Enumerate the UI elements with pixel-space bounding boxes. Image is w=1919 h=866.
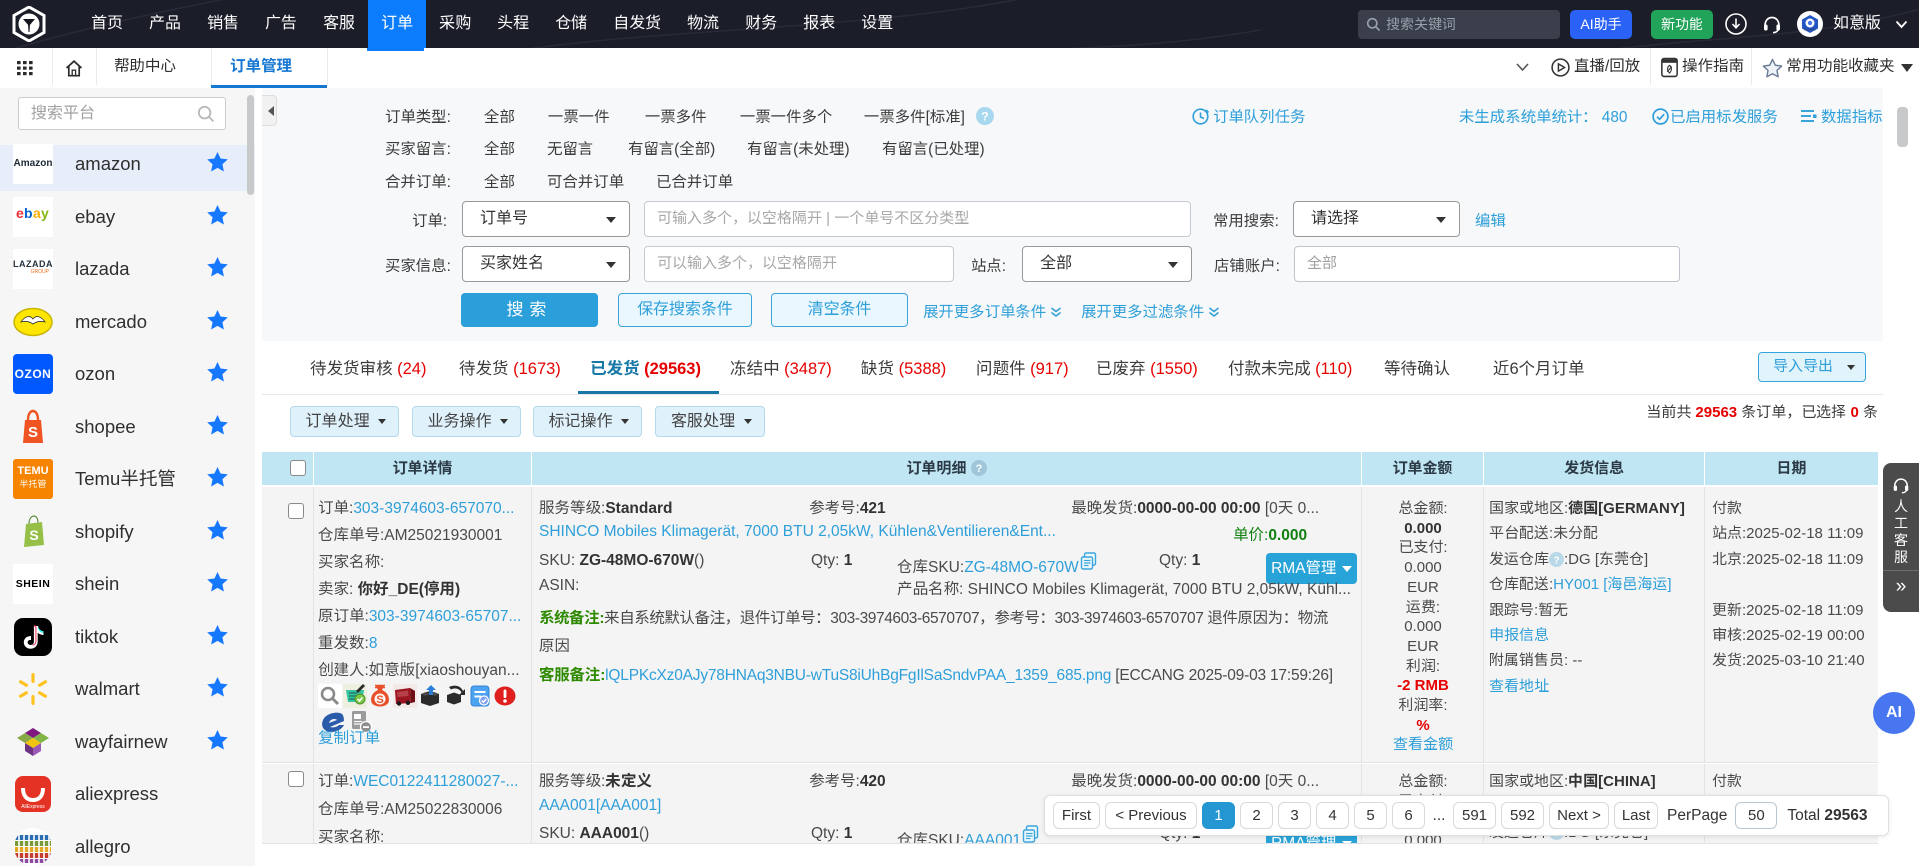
svg-text:?: ? [1553, 555, 1559, 566]
svg-text:S: S [28, 424, 38, 441]
svg-text:S: S [29, 527, 38, 543]
svg-text:a: a [33, 205, 41, 221]
svg-text:e: e [16, 205, 24, 221]
svg-text:y: y [41, 205, 49, 221]
svg-text:S: S [376, 694, 383, 706]
svg-text:?: ? [981, 110, 988, 124]
svg-text:b: b [24, 205, 33, 221]
svg-text:ECCANG: ECCANG [1804, 27, 1815, 31]
svg-text:?: ? [975, 463, 982, 475]
svg-text:AliExpress: AliExpress [21, 804, 45, 810]
